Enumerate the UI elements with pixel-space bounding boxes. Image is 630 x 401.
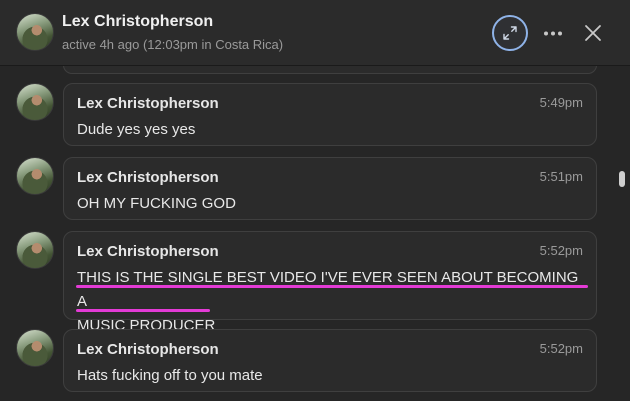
scrollbar[interactable] — [612, 66, 630, 401]
contact-status: active 4h ago (12:03pm in Costa Rica) — [62, 37, 284, 52]
message-avatar[interactable] — [16, 231, 54, 269]
message-text: THIS IS THE SINGLE BEST VIDEO I'VE EVER … — [77, 266, 587, 338]
message-author: Lex Christopherson — [77, 341, 219, 358]
message-bubble[interactable]: Lex Christopherson 5:51pm OH MY FUCKING … — [63, 157, 597, 220]
scrollbar-thumb[interactable] — [619, 171, 625, 187]
message-bubble-partial — [63, 66, 597, 74]
highlight-underline — [76, 309, 210, 312]
expand-button[interactable] — [492, 15, 528, 51]
more-options-button[interactable] — [540, 20, 566, 46]
message-time: 5:52pm — [539, 341, 583, 356]
message-time: 5:51pm — [539, 169, 583, 184]
avatar[interactable] — [16, 13, 54, 51]
more-horizontal-icon — [544, 31, 562, 36]
message-bubble[interactable]: Lex Christopherson 5:52pm Hats fucking o… — [63, 329, 597, 392]
message-avatar[interactable] — [16, 157, 54, 195]
message-text: Hats fucking off to you mate — [77, 367, 263, 384]
contact-name[interactable]: Lex Christopherson — [62, 13, 213, 31]
message-author: Lex Christopherson — [77, 243, 219, 260]
message-bubble[interactable]: Lex Christopherson 5:52pm THIS IS THE SI… — [63, 231, 597, 334]
message-time: 5:52pm — [539, 243, 583, 258]
message-text-line: THIS IS THE SINGLE BEST VIDEO I'VE EVER … — [77, 269, 579, 310]
close-icon — [585, 25, 601, 41]
chat-header: Lex Christopherson active 4h ago (12:03p… — [0, 0, 630, 66]
message-list[interactable]: Lex Christopherson 5:49pm Dude yes yes y… — [0, 66, 630, 401]
message-avatar[interactable] — [16, 329, 54, 367]
message-author: Lex Christopherson — [77, 169, 219, 186]
message-author: Lex Christopherson — [77, 95, 219, 112]
message-bubble[interactable]: Lex Christopherson 5:49pm Dude yes yes y… — [63, 83, 597, 146]
highlight-underline — [76, 285, 588, 288]
close-button[interactable] — [582, 22, 604, 44]
message-time: 5:49pm — [539, 95, 583, 110]
message-text: OH MY FUCKING GOD — [77, 195, 236, 212]
expand-arrows-icon — [503, 26, 517, 40]
message-avatar[interactable] — [16, 83, 54, 121]
message-text: Dude yes yes yes — [77, 121, 196, 138]
